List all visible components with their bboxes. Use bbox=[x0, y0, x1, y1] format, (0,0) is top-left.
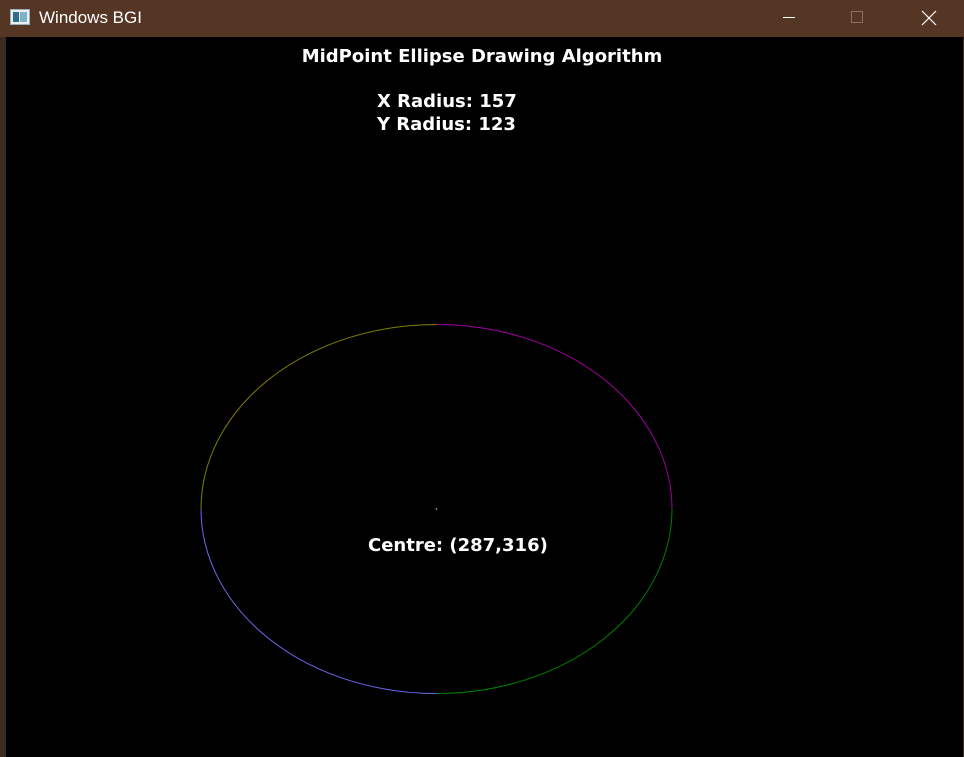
centre-label: Centre: (287,316) bbox=[368, 535, 548, 556]
minimize-icon bbox=[783, 17, 795, 18]
minimize-button[interactable] bbox=[766, 0, 812, 37]
bgi-window: Windows BGI MidPoint Ellipse Drawing Alg… bbox=[0, 0, 964, 757]
graphics-canvas: MidPoint Ellipse Drawing Algorithm X Rad… bbox=[6, 37, 963, 757]
ellipse-drawing bbox=[200, 324, 673, 694]
centre-point bbox=[435, 508, 438, 510]
ellipse-arc-top-left bbox=[200, 324, 437, 510]
window-title: Windows BGI bbox=[39, 8, 142, 27]
ellipse-arc-top-right bbox=[436, 324, 673, 510]
app-icon[interactable] bbox=[10, 9, 30, 25]
title-bar[interactable]: Windows BGI bbox=[0, 0, 964, 37]
close-icon bbox=[921, 10, 937, 26]
maximize-button[interactable] bbox=[835, 0, 881, 37]
close-button[interactable] bbox=[905, 0, 951, 37]
maximize-icon bbox=[851, 11, 863, 23]
